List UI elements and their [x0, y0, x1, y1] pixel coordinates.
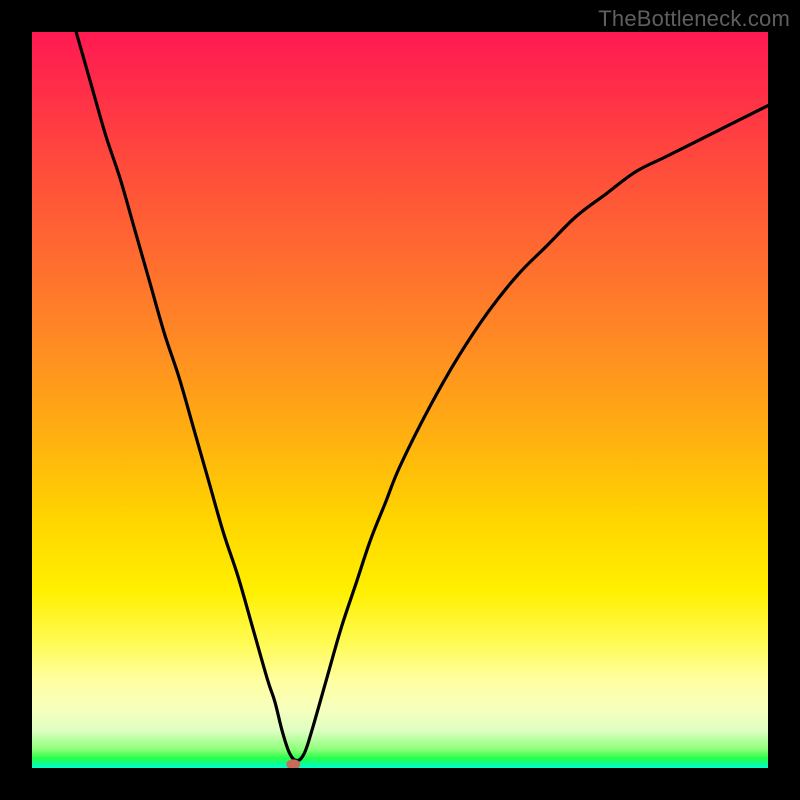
bottleneck-curve	[76, 32, 768, 761]
chart-frame: TheBottleneck.com	[0, 0, 800, 800]
watermark-text: TheBottleneck.com	[598, 6, 790, 32]
curve-svg	[32, 32, 768, 768]
plot-area	[32, 32, 768, 768]
